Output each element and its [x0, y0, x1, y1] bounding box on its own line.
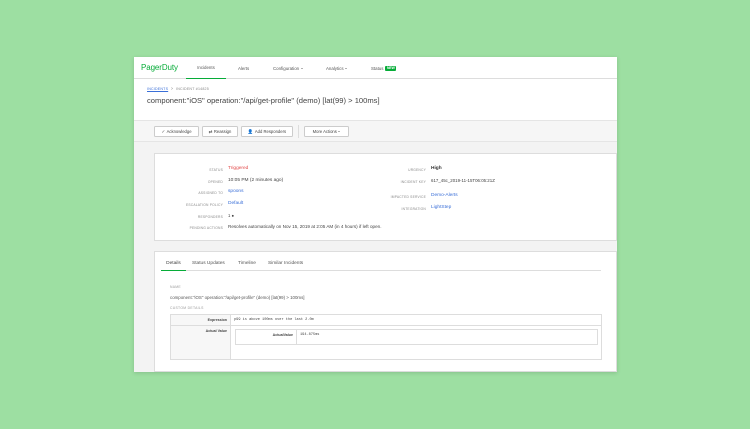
responders-count[interactable]: 1 ●: [228, 213, 234, 218]
more-actions-label: More Actions: [312, 129, 337, 134]
table-cell-key: ActualValue: [235, 329, 297, 345]
incident-summary-card: STATUS Triggered OPENED 10:05 PM (2 minu…: [154, 153, 617, 241]
chevron-down-icon: [345, 67, 348, 69]
table-row: Expression p99 is above 100ms over the l…: [170, 314, 602, 326]
integration-label: INTEGRATION: [401, 207, 426, 211]
breadcrumb-current: INCIDENT #14825: [176, 87, 209, 91]
reassign-label: Reassign: [213, 129, 232, 134]
opened-value: 10:05 PM (2 minutes ago): [228, 178, 284, 183]
nav-status[interactable]: Status NEW: [371, 57, 397, 79]
tab-status-updates[interactable]: Status Updates: [192, 261, 225, 271]
action-toolbar: ✓ Acknowledge ⇄ Reassign 👤 Add Responder…: [134, 120, 617, 142]
nav-incidents-label: Incidents: [197, 65, 215, 70]
urgency-value: High: [431, 166, 442, 171]
toolbar-divider: [298, 125, 299, 138]
chevron-right-icon: ›: [171, 86, 174, 92]
incident-key-label: INCIDENT KEY: [400, 180, 426, 184]
tab-details[interactable]: Details: [161, 261, 186, 271]
nav-incidents[interactable]: Incidents: [186, 57, 226, 79]
custom-details-table: Expression p99 is above 100ms over the l…: [170, 314, 602, 360]
page-title: component:"iOS" operation:"/api/get-prof…: [147, 96, 380, 105]
nested-details-table: ActualValue 194.875ms: [235, 329, 598, 345]
impacted-service-link[interactable]: Demo-Alerts: [431, 193, 458, 198]
pagerduty-window: PagerDuty Incidents Alerts Configuration…: [134, 57, 617, 372]
incident-details-card: Details Status Updates Timeline Similar …: [154, 251, 617, 372]
escalation-policy-link[interactable]: Default: [228, 201, 243, 206]
new-badge: NEW: [385, 65, 397, 71]
table-cell-value: p99 is above 100ms over the last 2.0m: [230, 314, 602, 326]
responder-user-icon: ●: [231, 213, 235, 218]
chevron-down-icon: [300, 67, 303, 69]
chevron-down-icon: [338, 131, 341, 132]
status-value: Triggered: [228, 166, 249, 171]
reassign-icon: ⇄: [208, 128, 213, 134]
escalation-policy-label: ESCALATION POLICY: [185, 203, 223, 207]
responders-value: 1: [228, 213, 231, 218]
add-responders-button[interactable]: 👤 Add Responders: [241, 126, 293, 137]
nav-configuration-label: Configuration: [273, 65, 300, 71]
nav-analytics-label: Analytics: [326, 65, 344, 71]
breadcrumb: INCIDENTS › INCIDENT #14825: [147, 86, 209, 92]
nav-status-label: Status: [371, 65, 384, 71]
top-navigation: PagerDuty Incidents Alerts Configuration…: [134, 57, 617, 79]
acknowledge-button[interactable]: ✓ Acknowledge: [154, 126, 199, 137]
table-cell-key: Expression: [170, 314, 231, 326]
responders-label: RESPONDERS: [197, 215, 223, 219]
table-cell-value: 194.875ms: [296, 329, 598, 345]
tab-similar-incidents[interactable]: Similar Incidents: [268, 261, 303, 271]
assigned-to-label: ASSIGNED TO: [198, 191, 223, 195]
custom-details-label: CUSTOM DETAILS: [170, 306, 204, 310]
acknowledge-label: Acknowledge: [166, 129, 192, 134]
urgency-label: URGENCY: [408, 168, 426, 172]
table-row: Actual Value ActualValue 194.875ms: [170, 325, 602, 360]
table-cell-key: Actual Value: [170, 325, 231, 360]
pending-actions-value: Resolves automatically on Nov 15, 2019 a…: [228, 224, 382, 229]
status-label: STATUS: [209, 168, 223, 172]
opened-label: OPENED: [207, 180, 223, 184]
nav-configuration[interactable]: Configuration: [273, 57, 303, 79]
assigned-to-link[interactable]: spoons: [228, 189, 243, 194]
name-label: NAME: [170, 285, 181, 289]
table-cell-nested: ActualValue 194.875ms: [230, 325, 602, 360]
name-value: component:"iOS" operation:"/api/get-prof…: [170, 295, 305, 300]
pagerduty-logo[interactable]: PagerDuty: [141, 63, 178, 72]
integration-link[interactable]: LightStep: [431, 205, 451, 210]
details-tabs: Details Status Updates Timeline Similar …: [161, 259, 601, 271]
acknowledge-icon: ✓: [161, 128, 166, 134]
more-actions-button[interactable]: More Actions: [304, 126, 349, 137]
reassign-button[interactable]: ⇄ Reassign: [202, 126, 238, 137]
table-row: ActualValue 194.875ms: [235, 329, 598, 345]
add-responders-label: Add Responders: [254, 129, 287, 134]
add-user-icon: 👤: [247, 128, 254, 134]
tab-timeline[interactable]: Timeline: [238, 261, 256, 271]
impacted-service-label: IMPACTED SERVICE: [390, 195, 426, 199]
nav-analytics[interactable]: Analytics: [326, 57, 348, 79]
nav-alerts[interactable]: Alerts: [238, 57, 249, 79]
nav-alerts-label: Alerts: [238, 65, 250, 71]
breadcrumb-incidents-link[interactable]: INCIDENTS: [147, 87, 168, 91]
incident-key-value: 617_45c_2019-11-15T06:05:21Z: [431, 178, 495, 183]
pending-actions-label: PENDING ACTIONS: [189, 226, 223, 230]
